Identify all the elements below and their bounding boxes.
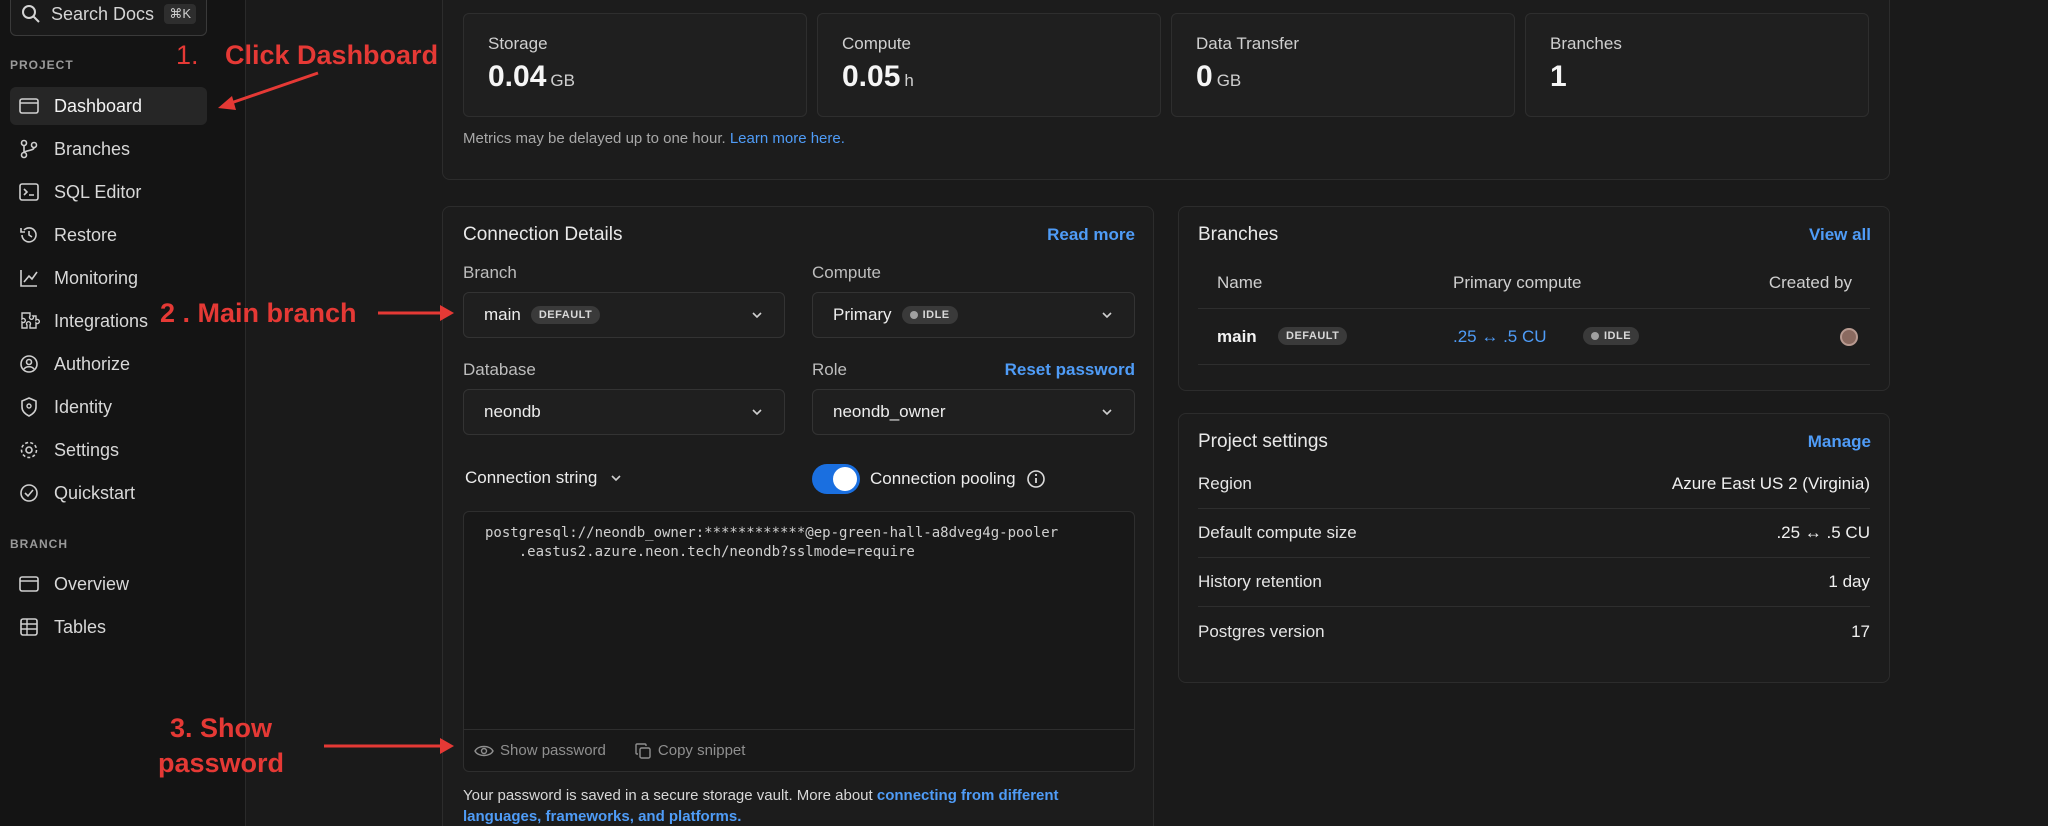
arrow-to-main-branch-icon: [378, 305, 454, 321]
arrow-to-show-password-icon: [324, 738, 454, 754]
annotation-arrows: [218, 71, 454, 754]
arrow-to-dashboard-icon: [218, 71, 319, 110]
